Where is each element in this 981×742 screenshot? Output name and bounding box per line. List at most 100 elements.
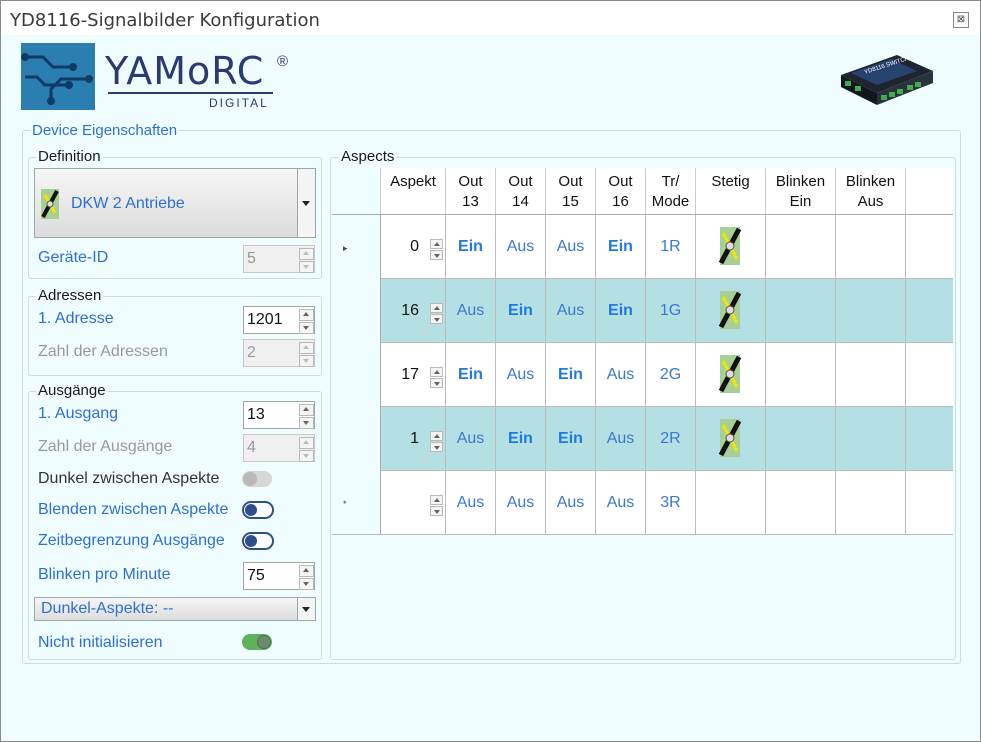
blenden-toggle[interactable] [242,501,274,519]
out-cell[interactable]: Ein [496,279,546,343]
stetig-cell[interactable] [696,215,766,279]
out-cell[interactable]: Aus [496,471,546,535]
spin-down-icon[interactable] [430,378,443,388]
out-cell[interactable]: Ein [446,343,496,407]
nicht-init-toggle[interactable] [242,634,272,650]
header-aspekt[interactable]: Aspekt [381,168,446,214]
spin-up-icon[interactable] [299,342,314,354]
blinken-aus-cell[interactable] [836,215,906,279]
blinken-aus-cell[interactable] [836,279,906,343]
stetig-cell[interactable] [696,471,766,535]
aspekt-cell[interactable]: 17 [381,343,446,407]
aspekt-cell[interactable]: 0 [381,215,446,279]
stetig-cell[interactable] [696,343,766,407]
spin-down-icon[interactable] [430,506,443,516]
spin-down-icon[interactable] [299,450,314,462]
table-row[interactable]: 1 Aus Ein Ein Aus 2R [332,407,953,471]
table-row[interactable]: 17 Ein Aus Ein Aus 2G [332,343,953,407]
blinken-aus-cell[interactable] [836,343,906,407]
blinken-ein-cell[interactable] [766,471,836,535]
spin-down-icon[interactable] [299,355,314,367]
out-cell[interactable]: Aus [596,471,646,535]
stetig-cell[interactable] [696,407,766,471]
address-count-spinner[interactable]: 2 [243,339,315,367]
spin-up-icon[interactable] [430,431,443,441]
spin-down-icon[interactable] [299,417,314,429]
mode-cell[interactable]: 3R [646,471,696,535]
blinken-ein-cell[interactable] [766,279,836,343]
out-cell[interactable]: Aus [446,279,496,343]
header-blinken-aus[interactable]: Blinken Aus [836,168,906,214]
first-output-spinner[interactable]: 13 [243,401,315,429]
definition-select[interactable]: DKW 2 Antriebe [34,168,316,238]
out-cell[interactable]: Ein [546,343,596,407]
mode-cell[interactable]: 1R [646,215,696,279]
dunkel-toggle[interactable] [242,471,272,487]
output-count-spinner[interactable]: 4 [243,434,315,462]
out-cell[interactable]: Ein [596,215,646,279]
header-out-16[interactable]: Out 16 [596,168,646,214]
row-header[interactable] [332,279,381,343]
header-blinken-ein[interactable]: Blinken Ein [766,168,836,214]
spin-up-icon[interactable] [299,309,314,321]
out-cell[interactable]: Aus [496,343,546,407]
spin-down-icon[interactable] [430,442,443,452]
out-cell[interactable]: Aus [546,471,596,535]
spin-up-icon[interactable] [299,437,314,449]
out-cell[interactable]: Aus [446,407,496,471]
spin-up-icon[interactable] [299,404,314,416]
geraete-id-spinner[interactable]: 5 [243,245,315,273]
spin-up-icon[interactable] [430,367,443,377]
out-cell[interactable]: Ein [546,407,596,471]
aspekt-cell[interactable]: 1 [381,407,446,471]
spin-down-icon[interactable] [430,314,443,324]
out-cell[interactable]: Aus [446,471,496,535]
header-out-15[interactable]: Out 15 [546,168,596,214]
spin-up-icon[interactable] [430,495,443,505]
out-cell[interactable]: Ein [446,215,496,279]
mode-cell[interactable]: 2G [646,343,696,407]
blinken-spinner[interactable]: 75 [243,562,315,590]
spin-up-icon[interactable] [430,303,443,313]
blinken-ein-cell[interactable] [766,343,836,407]
close-button[interactable]: ⊠ [953,12,969,28]
row-header[interactable]: ▸ [332,215,381,279]
mode-cell[interactable]: 1G [646,279,696,343]
spin-up-icon[interactable] [430,239,443,249]
out-cell[interactable]: Aus [496,215,546,279]
out-cell[interactable]: Aus [546,215,596,279]
dunkel-aspekte-select[interactable]: Dunkel-Aspekte: -- [34,597,316,621]
row-header[interactable] [332,343,381,407]
spin-up-icon[interactable] [299,565,314,577]
aspekt-cell[interactable] [381,471,446,535]
blinken-aus-cell[interactable] [836,471,906,535]
mode-cell[interactable]: 2R [646,407,696,471]
blinken-ein-cell[interactable] [766,407,836,471]
spin-down-icon[interactable] [430,250,443,260]
spin-up-icon[interactable] [299,248,314,260]
header-out-14[interactable]: Out 14 [496,168,546,214]
out-cell[interactable]: Aus [546,279,596,343]
header-tr-mode[interactable]: Tr/Mode [646,168,696,214]
blinken-ein-cell[interactable] [766,215,836,279]
blinken-aus-cell[interactable] [836,407,906,471]
table-row[interactable]: 16 Aus Ein Aus Ein 1G [332,279,953,343]
table-row[interactable]: * Aus Aus Aus Aus 3R [332,471,953,535]
out-cell[interactable]: Ein [496,407,546,471]
aspekt-cell[interactable]: 16 [381,279,446,343]
zeitbegrenzung-toggle[interactable] [242,532,274,550]
row-header[interactable]: * [332,471,381,535]
dunkel-aspekte-dropdown-button[interactable] [297,598,315,620]
row-header[interactable] [332,407,381,471]
spin-down-icon[interactable] [299,261,314,273]
definition-dropdown-button[interactable] [297,169,315,237]
spin-down-icon[interactable] [299,322,314,334]
stetig-cell[interactable] [696,279,766,343]
header-stetig[interactable]: Stetig [696,168,766,214]
out-cell[interactable]: Aus [596,407,646,471]
out-cell[interactable]: Ein [596,279,646,343]
first-address-spinner[interactable]: 1201 [243,306,315,334]
out-cell[interactable]: Aus [596,343,646,407]
header-out-13[interactable]: Out 13 [446,168,496,214]
table-row[interactable]: ▸ 0 Ein Aus Aus Ein 1R [332,215,953,279]
